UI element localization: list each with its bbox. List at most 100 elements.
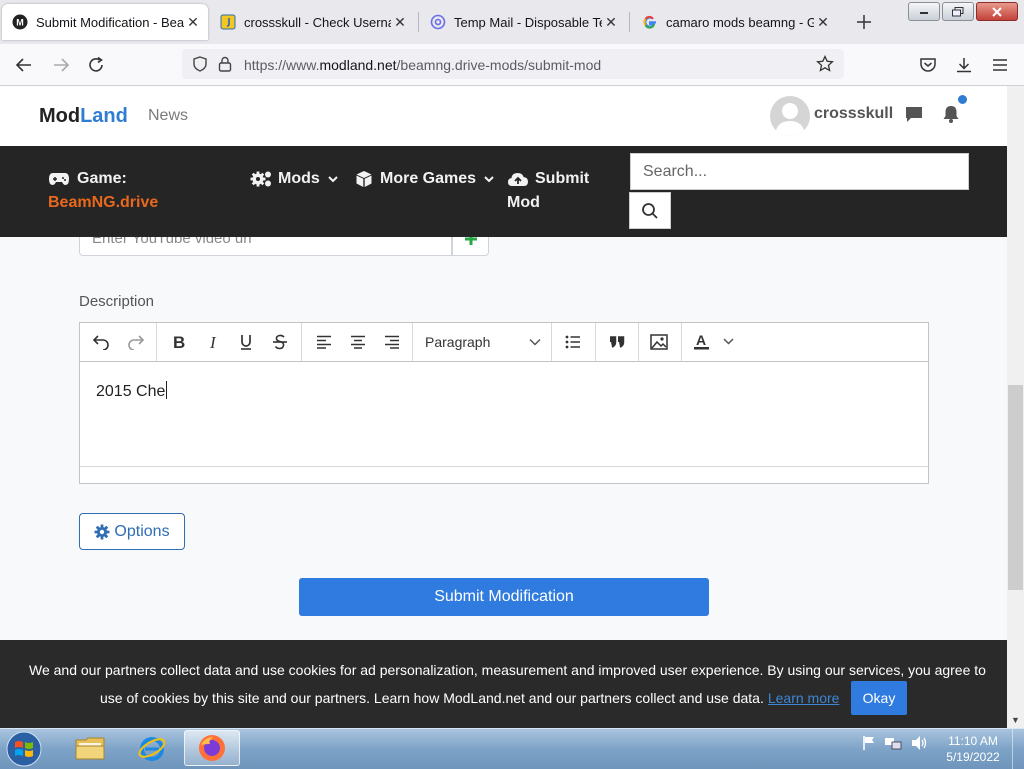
- editor-toolbar: B I Paragraph A: [80, 323, 928, 362]
- action-center-flag-icon[interactable]: [862, 735, 876, 751]
- username[interactable]: crossskull: [814, 105, 893, 123]
- system-clock[interactable]: 11:10 AM 5/19/2022: [940, 733, 1006, 765]
- more-games-dropdown[interactable]: More Games: [355, 170, 494, 188]
- search-icon: [642, 202, 658, 219]
- address-bar[interactable]: https://www.modland.net/beamng.drive-mod…: [182, 49, 844, 79]
- tab-check-usernames[interactable]: crossskull - Check Usernames ✕: [210, 4, 415, 40]
- forward-button[interactable]: [50, 54, 72, 76]
- web-page: Description B I: [0, 86, 1007, 728]
- notifications-bell-icon[interactable]: [941, 104, 961, 124]
- internet-explorer-icon: [138, 737, 166, 761]
- clock-date: 5/19/2022: [946, 750, 1000, 764]
- chevron-down-icon: [529, 338, 541, 346]
- description-label: Description: [79, 293, 155, 310]
- toolbar-separator: [156, 323, 157, 361]
- font-color-icon[interactable]: A: [689, 323, 737, 361]
- close-tab-icon[interactable]: ✕: [391, 14, 409, 31]
- new-tab-button[interactable]: [854, 12, 874, 32]
- at-sign-icon: [430, 14, 446, 30]
- bold-icon[interactable]: B: [166, 323, 192, 361]
- chevron-down-icon: [484, 176, 494, 183]
- url-text: https://www.modland.net/beamng.drive-mod…: [244, 57, 602, 73]
- tab-separator: [629, 12, 630, 32]
- learn-more-link[interactable]: Learn more: [768, 690, 840, 706]
- tab-separator: [418, 12, 419, 32]
- menu-hamburger-icon[interactable]: [989, 54, 1011, 76]
- back-button[interactable]: [13, 54, 35, 76]
- windows-taskbar: 11:10 AM 5/19/2022: [0, 728, 1024, 769]
- gear-icon: [94, 524, 110, 539]
- tab-title: camaro mods beamng - Google: [666, 14, 814, 30]
- shield-icon[interactable]: [192, 56, 208, 72]
- cookie-okay-button[interactable]: Okay: [851, 681, 907, 715]
- window-controls: [908, 2, 1018, 21]
- game-selector[interactable]: Game:: [48, 170, 127, 188]
- tab-title: Submit Modification - BeamNG: [36, 14, 184, 30]
- lock-icon[interactable]: [218, 56, 232, 72]
- options-label: Options: [114, 522, 170, 540]
- scrollbar-thumb[interactable]: [1008, 385, 1023, 590]
- tab-title: crossskull - Check Usernames: [244, 14, 391, 30]
- document-yellow-icon: [220, 14, 236, 30]
- editor-content[interactable]: 2015 Che: [96, 381, 168, 401]
- site-header: ModLand News crossskull: [0, 86, 1007, 146]
- reload-button[interactable]: [85, 54, 107, 76]
- bulleted-list-icon[interactable]: [560, 323, 586, 361]
- clock-time: 11:10 AM: [948, 734, 998, 748]
- close-tab-icon[interactable]: ✕: [602, 14, 620, 31]
- italic-icon[interactable]: I: [200, 323, 226, 361]
- tab-title: Temp Mail - Disposable Temporary: [454, 14, 602, 30]
- options-button[interactable]: Options: [79, 513, 185, 550]
- game-value[interactable]: BeamNG.drive: [48, 194, 158, 212]
- nav-news-link[interactable]: News: [148, 107, 188, 125]
- toolbar-separator: [638, 323, 639, 361]
- close-tab-icon[interactable]: ✕: [184, 14, 202, 31]
- bookmark-star-icon[interactable]: [816, 55, 834, 73]
- gamepad-icon: [49, 173, 69, 185]
- tab-temp-mail[interactable]: Temp Mail - Disposable Temporary ✕: [420, 4, 626, 40]
- submit-mod-link[interactable]: Submit: [507, 170, 589, 188]
- taskbar-file-explorer[interactable]: [62, 730, 118, 766]
- scroll-down-arrow-icon[interactable]: ▼: [1007, 712, 1024, 728]
- mods-dropdown[interactable]: Mods: [250, 170, 338, 188]
- align-left-icon[interactable]: [311, 323, 337, 361]
- browser-tab-strip: M Submit Modification - BeamNG ✕ crosssk…: [0, 0, 1024, 44]
- close-tab-icon[interactable]: ✕: [814, 14, 832, 31]
- site-main-nav: Game: BeamNG.drive Mods More Games Submi…: [0, 146, 1007, 237]
- search-button[interactable]: [629, 192, 671, 229]
- maximize-button[interactable]: [942, 2, 974, 21]
- taskbar-internet-explorer[interactable]: [124, 730, 180, 766]
- block-quote-icon[interactable]: [604, 323, 630, 361]
- volume-icon[interactable]: [910, 735, 928, 751]
- svg-text:I: I: [209, 334, 217, 350]
- align-right-icon[interactable]: [379, 323, 405, 361]
- cloud-upload-icon: [508, 173, 528, 186]
- strikethrough-icon[interactable]: [267, 323, 293, 361]
- tab-submit-modification[interactable]: M Submit Modification - BeamNG ✕: [2, 4, 208, 40]
- toolbar-separator: [595, 323, 596, 361]
- search-input[interactable]: [630, 153, 969, 190]
- downloads-icon[interactable]: [953, 54, 975, 76]
- minimize-button[interactable]: [908, 2, 940, 21]
- tab-google-search[interactable]: camaro mods beamng - Google ✕: [632, 4, 838, 40]
- underline-icon[interactable]: [233, 323, 259, 361]
- network-icon[interactable]: [884, 735, 902, 751]
- redo-icon[interactable]: [123, 323, 149, 361]
- start-button[interactable]: [4, 730, 44, 768]
- heading-select[interactable]: Paragraph: [413, 323, 551, 361]
- align-center-icon[interactable]: [345, 323, 371, 361]
- pocket-icon[interactable]: [917, 54, 939, 76]
- show-desktop-button[interactable]: [1012, 729, 1024, 769]
- svg-text:M: M: [16, 18, 24, 28]
- cogs-icon: [250, 171, 271, 187]
- close-window-button[interactable]: [976, 2, 1018, 21]
- windows-logo-icon: [6, 731, 42, 767]
- undo-icon[interactable]: [88, 323, 114, 361]
- taskbar-firefox[interactable]: [184, 730, 240, 766]
- modland-logo[interactable]: ModLand: [39, 105, 128, 128]
- avatar[interactable]: [770, 96, 810, 136]
- submit-modification-button[interactable]: Submit Modification: [299, 578, 709, 616]
- submit-mod-link-line2[interactable]: Mod: [507, 194, 540, 212]
- messages-icon[interactable]: [904, 106, 924, 124]
- insert-image-icon[interactable]: [646, 323, 672, 361]
